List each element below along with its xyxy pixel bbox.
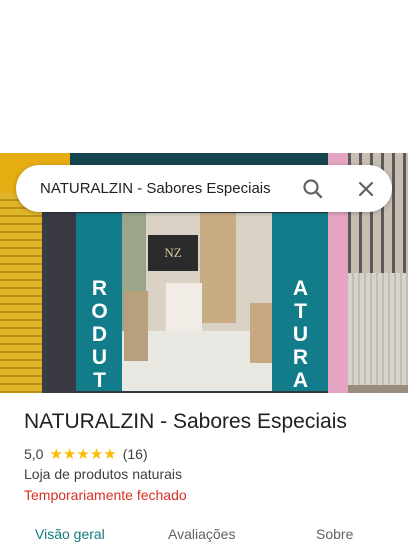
rating-value: 5,0 [24,446,44,462]
tab-overview[interactable]: Visão geral [35,526,105,542]
right-cabinet [250,303,272,363]
open-status: Temporariamente fechado [24,487,187,503]
map-blank-area [0,0,408,153]
review-count[interactable]: (16) [123,446,148,462]
place-category[interactable]: Loja de produtos naturais [24,466,182,482]
star-rating-icon: ★★★★★ [49,446,117,463]
right-sign-panel: ATURAIS [272,213,328,393]
back-door [200,213,236,323]
search-bar[interactable]: NATURALZIN - Sabores Especiais [16,165,392,212]
place-name: NATURALZIN - Sabores Especiais [24,410,347,433]
search-query[interactable]: NATURALZIN - Sabores Especiais [40,165,271,212]
left-cabinet [124,291,148,361]
left-sign-panel: RODUTOS [76,213,122,393]
search-icon[interactable] [299,175,327,203]
store-sign: NZ [148,235,198,271]
rating-row[interactable]: 5,0 ★★★★★ (16) [24,445,148,463]
left-wall [42,213,76,393]
place-tabs: Visão geral Avaliações Sobre [0,518,408,546]
tab-reviews[interactable]: Avaliações [168,526,235,542]
counter [166,283,202,335]
left-sign-text: RODUTOS [88,277,111,393]
right-sign-text: ATURAIS [289,277,312,393]
store-interior: NZ [122,213,272,391]
tab-about[interactable]: Sobre [316,526,353,542]
close-icon[interactable] [352,175,380,203]
gate-lower [348,273,408,385]
